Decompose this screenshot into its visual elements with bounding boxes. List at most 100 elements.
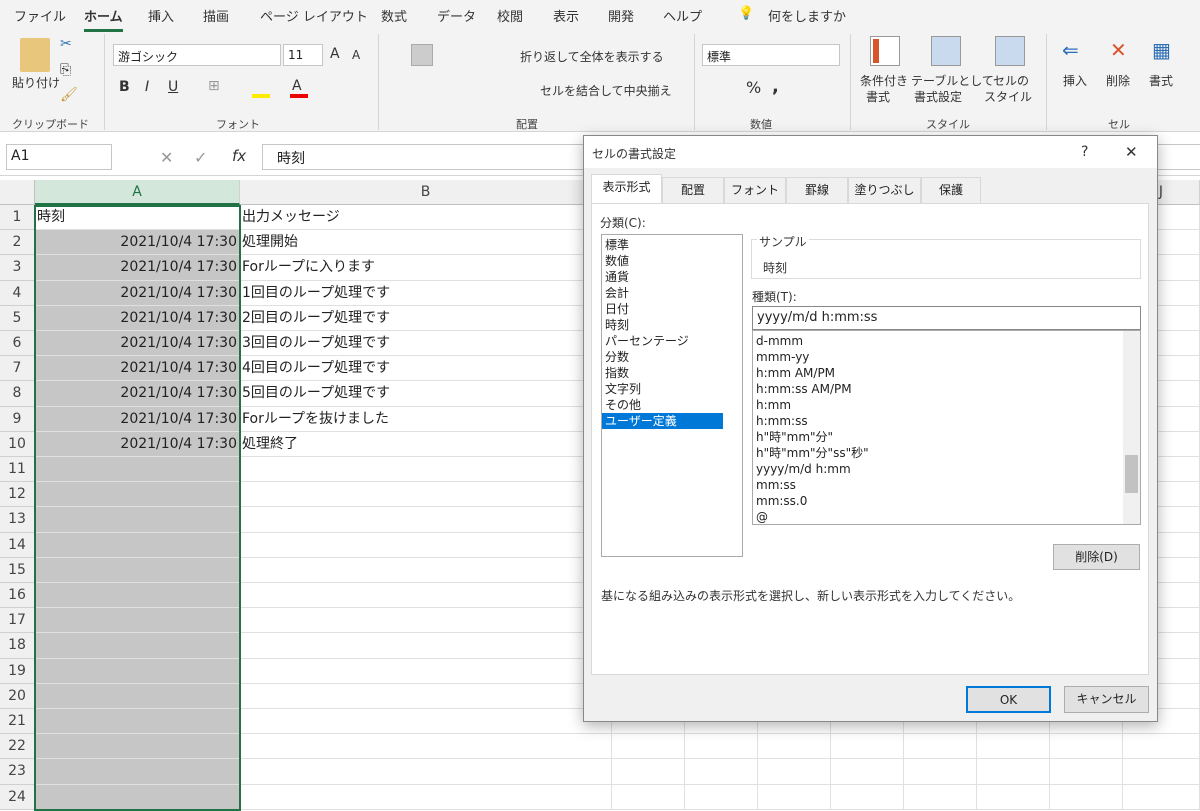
menu-data[interactable]: データ: [437, 6, 476, 25]
cell[interactable]: [831, 759, 904, 785]
cell[interactable]: 2021/10/4 17:30: [35, 356, 240, 382]
category-item[interactable]: その他: [605, 397, 641, 413]
menu-insert[interactable]: 挿入: [148, 6, 174, 25]
cell[interactable]: [240, 734, 612, 760]
underline-button[interactable]: U: [168, 79, 178, 95]
cell[interactable]: [240, 583, 612, 609]
close-button[interactable]: ✕: [1125, 143, 1138, 161]
cell[interactable]: [240, 507, 612, 533]
format-item[interactable]: d-mmm: [756, 333, 803, 349]
cell[interactable]: [904, 759, 977, 785]
cell[interactable]: 1回目のループ処理です: [240, 280, 612, 306]
row-header[interactable]: 13: [0, 507, 35, 533]
font-color-icon[interactable]: A: [292, 78, 302, 94]
format-item[interactable]: mm:ss.0: [756, 493, 807, 509]
format-as-table-icon[interactable]: [931, 36, 961, 66]
delete-cells-icon[interactable]: ✕: [1110, 38, 1127, 62]
tab-alignment[interactable]: 配置: [662, 177, 724, 203]
insert-cells-button[interactable]: 挿入: [1063, 72, 1087, 89]
category-item[interactable]: ユーザー定義: [602, 413, 723, 429]
menu-help[interactable]: ヘルプ: [663, 6, 702, 25]
cell[interactable]: [35, 583, 240, 609]
cell[interactable]: [1123, 734, 1200, 760]
cell[interactable]: 2回目のループ処理です: [240, 305, 612, 331]
row-header[interactable]: 5: [0, 305, 35, 331]
cell[interactable]: [1050, 784, 1123, 810]
cell[interactable]: [685, 734, 758, 760]
cell[interactable]: [35, 532, 240, 558]
column-header[interactable]: B: [240, 180, 612, 205]
bold-button[interactable]: B: [119, 79, 130, 95]
row-header[interactable]: 9: [0, 406, 35, 432]
name-box[interactable]: A1: [6, 144, 112, 170]
cell[interactable]: [685, 784, 758, 810]
format-item[interactable]: yyyy/m/d h:mm: [756, 461, 851, 477]
percent-button[interactable]: %: [746, 78, 761, 97]
merge-center-button[interactable]: セルを結合して中央揃え: [540, 82, 672, 99]
cell[interactable]: [831, 784, 904, 810]
menu-formulas[interactable]: 数式: [381, 6, 407, 25]
row-header[interactable]: 10: [0, 431, 35, 457]
help-button[interactable]: ?: [1081, 144, 1088, 160]
cell[interactable]: [1050, 759, 1123, 785]
copy-icon[interactable]: ⎘: [60, 62, 71, 78]
row-header[interactable]: 6: [0, 331, 35, 357]
cell[interactable]: [240, 709, 612, 735]
cell[interactable]: [904, 734, 977, 760]
format-item[interactable]: h"時"mm"分"ss"秒": [756, 445, 869, 461]
format-as-table-button[interactable]: テーブルとして: [911, 72, 994, 89]
cell[interactable]: [240, 608, 612, 634]
cell-styles-icon[interactable]: [995, 36, 1025, 66]
format-list[interactable]: d-mmm mmm-yy h:mm AM/PM h:mm:ss AM/PM h:mm h:…: [752, 330, 1141, 525]
insert-cells-icon[interactable]: ⇐: [1062, 38, 1079, 62]
cell[interactable]: 2021/10/4 17:30: [35, 230, 240, 256]
format-item[interactable]: mm:ss: [756, 477, 796, 493]
cell[interactable]: [977, 734, 1050, 760]
cut-icon[interactable]: ✂: [60, 36, 72, 52]
cell[interactable]: [758, 759, 831, 785]
type-input[interactable]: yyyy/m/d h:mm:ss: [752, 306, 1141, 330]
row-header[interactable]: 17: [0, 608, 35, 634]
row-header[interactable]: 7: [0, 356, 35, 382]
borders-icon[interactable]: ⊞: [208, 78, 220, 94]
cell[interactable]: [240, 532, 612, 558]
category-item[interactable]: 指数: [605, 365, 629, 381]
cell[interactable]: [35, 658, 240, 684]
delete-format-button[interactable]: 削除(D): [1053, 544, 1140, 570]
row-header[interactable]: 19: [0, 658, 35, 684]
fill-color-icon[interactable]: [252, 94, 270, 98]
cell[interactable]: [35, 759, 240, 785]
row-header[interactable]: 12: [0, 482, 35, 508]
row-header[interactable]: 4: [0, 280, 35, 306]
format-item[interactable]: h:mm:ss AM/PM: [756, 381, 852, 397]
cell[interactable]: 2021/10/4 17:30: [35, 255, 240, 281]
category-item[interactable]: 会計: [605, 285, 629, 301]
cell[interactable]: [35, 608, 240, 634]
row-header[interactable]: 22: [0, 734, 35, 760]
row-header[interactable]: 16: [0, 583, 35, 609]
cell[interactable]: [35, 457, 240, 483]
row-header[interactable]: 21: [0, 709, 35, 735]
format-cells-button[interactable]: 書式: [1149, 72, 1173, 89]
cell[interactable]: [977, 784, 1050, 810]
cell[interactable]: [240, 683, 612, 709]
cell[interactable]: [35, 683, 240, 709]
insert-function-button[interactable]: fx: [232, 147, 246, 165]
cell[interactable]: [758, 734, 831, 760]
category-item[interactable]: 標準: [605, 237, 629, 253]
menu-home[interactable]: ホーム: [84, 6, 123, 32]
tab-border[interactable]: 罫線: [786, 177, 848, 203]
category-item[interactable]: 日付: [605, 301, 629, 317]
tab-protection[interactable]: 保護: [921, 177, 981, 203]
category-item[interactable]: 分数: [605, 349, 629, 365]
menu-file[interactable]: ファイル: [14, 6, 66, 25]
cell[interactable]: [35, 734, 240, 760]
font-size-select[interactable]: 11: [283, 44, 323, 66]
cell[interactable]: [1123, 784, 1200, 810]
cell[interactable]: 2021/10/4 17:30: [35, 280, 240, 306]
category-item[interactable]: 時刻: [605, 317, 629, 333]
cell[interactable]: [977, 759, 1050, 785]
menu-draw[interactable]: 描画: [203, 6, 229, 25]
category-item[interactable]: 文字列: [605, 381, 641, 397]
row-header[interactable]: 8: [0, 381, 35, 407]
